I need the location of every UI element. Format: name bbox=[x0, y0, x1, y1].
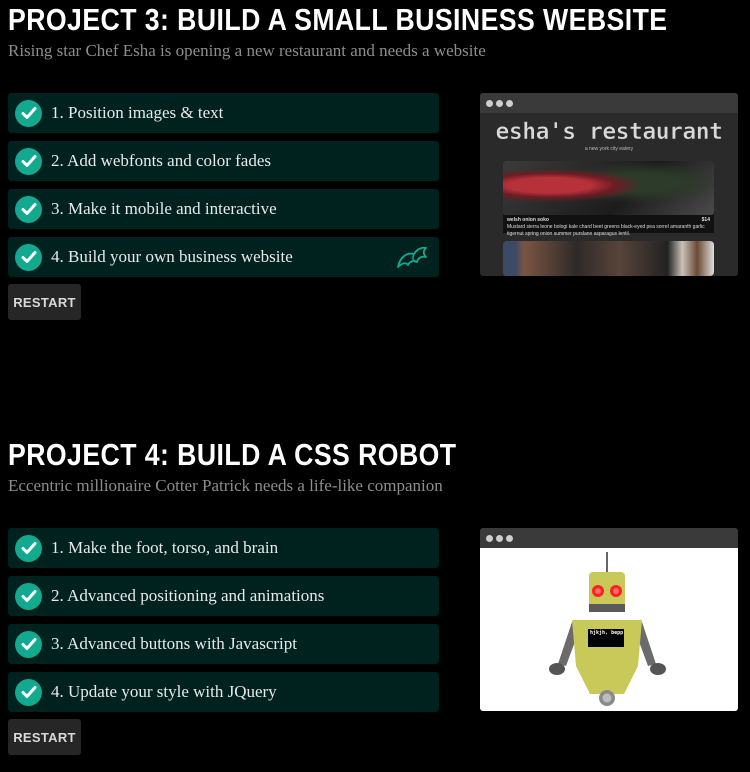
project-subtitle: Rising star Chef Esha is opening a new r… bbox=[8, 41, 486, 60]
dish-description: Mustard sierra leone bologi kale chard b… bbox=[507, 224, 705, 237]
dish-caption: welsh onion soko $14 Mustard sierra leon… bbox=[503, 215, 714, 237]
check-circle-icon bbox=[15, 534, 42, 562]
step-item-3[interactable]: 3. Make it mobile and interactive bbox=[8, 189, 439, 229]
project-title: PROJECT 3: BUILD A SMALL BUSINESS WEBSIT… bbox=[8, 2, 668, 37]
step-list: 1. Make the foot, torso, and brain 2. Ad… bbox=[8, 528, 439, 720]
project-3-section: PROJECT 3: BUILD A SMALL BUSINESS WEBSIT… bbox=[8, 0, 742, 320]
step-label: 3. Make it mobile and interactive bbox=[51, 199, 277, 218]
dish-photo-secondary bbox=[503, 241, 714, 276]
restaurant-name: esha's restaurant bbox=[495, 119, 723, 146]
robot-screen-text: hjkjh, bepp bbox=[590, 630, 624, 636]
dish-price: $14 bbox=[701, 217, 710, 223]
step-item-1[interactable]: 1. Make the foot, torso, and brain bbox=[8, 528, 439, 568]
project-subtitle: Eccentric millionaire Cotter Patrick nee… bbox=[8, 476, 443, 495]
check-circle-icon bbox=[15, 99, 42, 127]
step-item-1[interactable]: 1. Position images & text bbox=[8, 93, 439, 133]
project-preview-window[interactable]: esha's restaurant a new york city eatery… bbox=[480, 93, 738, 276]
check-circle-icon bbox=[15, 582, 42, 610]
step-label: 1. Make the foot, torso, and brain bbox=[51, 538, 279, 557]
check-circle-icon bbox=[15, 195, 42, 223]
step-item-2[interactable]: 2. Advanced positioning and animations bbox=[8, 576, 439, 616]
restart-button[interactable]: RESTART bbox=[8, 719, 81, 755]
step-label: 3. Advanced buttons with Javascript bbox=[51, 634, 297, 653]
robot-preview: hjkjh, bepp bbox=[480, 548, 738, 711]
step-label: 2. Add webfonts and color fades bbox=[51, 151, 272, 170]
restaurant-preview: esha's restaurant a new york city eatery… bbox=[480, 113, 738, 276]
restaurant-tagline: a new york city eatery bbox=[584, 146, 634, 152]
restart-button[interactable]: RESTART bbox=[8, 284, 81, 320]
step-item-4[interactable]: 4. Update your style with JQuery bbox=[8, 672, 439, 712]
step-label: 4. Update your style with JQuery bbox=[51, 682, 277, 701]
check-circle-icon bbox=[15, 147, 42, 175]
window-dots-icon bbox=[480, 93, 738, 113]
check-circle-icon bbox=[15, 630, 42, 658]
step-list: 1. Position images & text 2. Add webfont… bbox=[8, 93, 439, 285]
project-title: PROJECT 4: BUILD A CSS ROBOT bbox=[8, 437, 457, 472]
dish-name: welsh onion soko bbox=[507, 217, 549, 223]
project-4-section: PROJECT 4: BUILD A CSS ROBOT Eccentric m… bbox=[8, 435, 742, 755]
dragon-icon bbox=[395, 243, 429, 276]
step-item-3[interactable]: 3. Advanced buttons with Javascript bbox=[8, 624, 439, 664]
project-preview-window[interactable]: hjkjh, bepp bbox=[480, 528, 738, 711]
step-label: 4. Build your own business website bbox=[51, 247, 293, 266]
dish-photo bbox=[503, 161, 714, 215]
check-circle-icon bbox=[15, 678, 42, 706]
check-circle-icon bbox=[15, 243, 42, 271]
step-item-2[interactable]: 2. Add webfonts and color fades bbox=[8, 141, 439, 181]
window-dots-icon bbox=[480, 528, 738, 548]
step-label: 1. Position images & text bbox=[51, 103, 224, 122]
step-label: 2. Advanced positioning and animations bbox=[51, 586, 325, 605]
step-item-4[interactable]: 4. Build your own business website bbox=[8, 237, 439, 277]
